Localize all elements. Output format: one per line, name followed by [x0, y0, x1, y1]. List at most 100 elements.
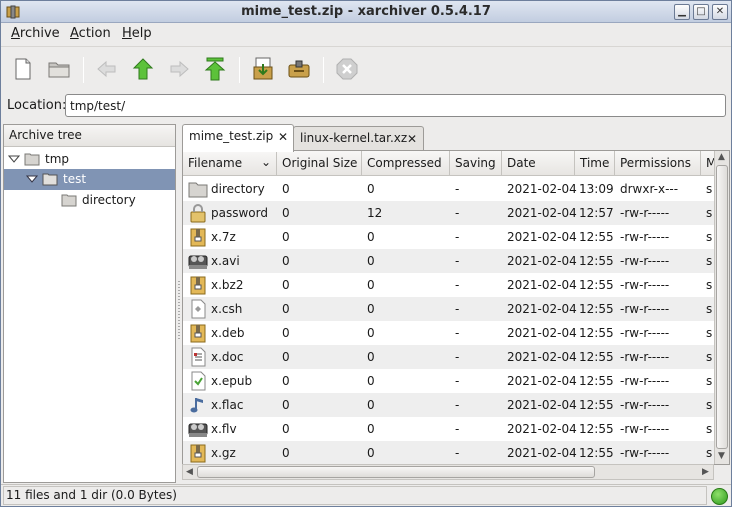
close-icon[interactable]: ✕: [407, 132, 417, 146]
close-icon[interactable]: ✕: [278, 130, 288, 144]
table-row[interactable]: x.csh 0 0 - 2021-02-04 12:55 -rw-r----- s: [183, 297, 714, 321]
cell-time: 12:55: [579, 446, 614, 460]
table-row[interactable]: x.7z 0 0 - 2021-02-04 12:55 -rw-r----- s: [183, 225, 714, 249]
cell-saving: -: [455, 230, 460, 244]
table-row[interactable]: x.avi 0 0 - 2021-02-04 12:55 -rw-r----- s: [183, 249, 714, 273]
column-original-size[interactable]: Original Size: [277, 151, 362, 176]
cell-time: 12:55: [579, 254, 614, 268]
home-button[interactable]: [199, 53, 231, 85]
add-files-button[interactable]: [283, 53, 315, 85]
vertical-scroll-thumb[interactable]: [716, 165, 728, 449]
scroll-up-icon[interactable]: ▲: [718, 152, 725, 162]
cell-saving: -: [455, 398, 460, 412]
column-m[interactable]: M: [701, 151, 714, 176]
vertical-scrollbar[interactable]: ▲ ▼: [714, 151, 729, 464]
table-row[interactable]: x.flac 0 0 - 2021-02-04 12:55 -rw-r----- s: [183, 393, 714, 417]
lock-icon: [190, 204, 206, 223]
table-row[interactable]: x.epub 0 0 - 2021-02-04 12:55 -rw-r----- s: [183, 369, 714, 393]
stop-button[interactable]: [331, 53, 363, 85]
tree-item-tmp[interactable]: tmp: [4, 149, 175, 170]
new-archive-icon: [15, 58, 31, 80]
menu-archive-mnemonic: A: [11, 26, 20, 41]
location-label: Location:: [7, 98, 67, 113]
menu-action[interactable]: Action: [70, 26, 111, 41]
cell-time: 12:55: [579, 374, 614, 388]
cell-saving: -: [455, 182, 460, 196]
horizontal-scrollbar[interactable]: ◀ ▶: [182, 464, 714, 480]
folder-icon: [24, 153, 40, 166]
music-icon: [190, 398, 203, 413]
extract-button[interactable]: [247, 53, 279, 85]
cell-date: 2021-02-04: [507, 254, 577, 268]
cell-compressed: 0: [367, 230, 375, 244]
folder-icon: [42, 173, 58, 186]
location-input[interactable]: [65, 94, 726, 117]
table-row[interactable]: directory 0 0 - 2021-02-04 13:09 drwxr-x--- s: [183, 177, 714, 201]
menu-action-mnemonic: A: [70, 26, 79, 41]
table-row[interactable]: x.doc 0 0 - 2021-02-04 12:55 -rw-r----- s: [183, 345, 714, 369]
menu-help[interactable]: Help: [122, 26, 152, 41]
table-row[interactable]: x.bz2 0 0 - 2021-02-04 12:55 -rw-r----- s: [183, 273, 714, 297]
location-bar: Location:: [1, 91, 731, 121]
cell-m: s: [706, 422, 713, 436]
cell-time: 12:55: [579, 422, 614, 436]
cell-permissions: -rw-r-----: [620, 302, 670, 316]
cell-time: 12:55: [579, 326, 614, 340]
cell-original-size: 0: [282, 326, 290, 340]
horizontal-scroll-thumb[interactable]: [197, 466, 595, 478]
tree-item-test[interactable]: test: [4, 169, 175, 190]
cell-saving: -: [455, 278, 460, 292]
column-filename[interactable]: Filename ⌄: [183, 151, 277, 176]
table-row[interactable]: x.gz 0 0 - 2021-02-04 12:55 -rw-r----- s: [183, 441, 714, 464]
column-saving[interactable]: Saving: [450, 151, 502, 176]
column-compressed[interactable]: Compressed: [362, 151, 450, 176]
cell-original-size: 0: [282, 374, 290, 388]
column-time[interactable]: Time: [575, 151, 615, 176]
scroll-down-icon[interactable]: ▼: [718, 451, 725, 461]
film-icon: [188, 255, 208, 269]
tree-item-label: test: [63, 172, 87, 186]
table-row[interactable]: x.deb 0 0 - 2021-02-04 12:55 -rw-r----- s: [183, 321, 714, 345]
cell-date: 2021-02-04: [507, 182, 577, 196]
table-row[interactable]: x.flv 0 0 - 2021-02-04 12:55 -rw-r----- s: [183, 417, 714, 441]
archive-icon: [190, 228, 206, 247]
sort-chevron-down-icon: ⌄: [261, 155, 272, 169]
pane-splitter-handle[interactable]: [178, 281, 180, 341]
maximize-button[interactable]: □: [693, 4, 709, 20]
tab-mime-test-zip[interactable]: mime_test.zip ✕: [182, 124, 294, 152]
archive-tree: Archive tree tmp test directory: [3, 124, 176, 483]
new-archive-button[interactable]: [7, 53, 39, 85]
up-button[interactable]: [127, 53, 159, 85]
back-button[interactable]: [91, 53, 123, 85]
cell-saving: -: [455, 374, 460, 388]
open-archive-button[interactable]: [43, 53, 75, 85]
cell-compressed: 0: [367, 302, 375, 316]
menu-archive[interactable]: Archive: [11, 26, 60, 41]
cell-filename: x.csh: [211, 302, 243, 316]
cell-filename: x.epub: [211, 374, 253, 388]
expander-down-icon[interactable]: [8, 153, 20, 165]
forward-button[interactable]: [163, 53, 195, 85]
scroll-right-icon[interactable]: ▶: [702, 467, 709, 477]
cell-original-size: 0: [282, 230, 290, 244]
column-date[interactable]: Date: [502, 151, 575, 176]
ebook-icon: [191, 371, 206, 391]
window-title: mime_test.zip - xarchiver 0.5.4.17: [241, 4, 491, 19]
cell-m: s: [706, 302, 713, 316]
expander-down-icon[interactable]: [26, 173, 38, 185]
minimize-button[interactable]: ▁: [674, 4, 690, 20]
tab-linux-kernel-tar-xz[interactable]: linux-kernel.tar.xz ✕: [293, 126, 424, 151]
cell-permissions: -rw-r-----: [620, 254, 670, 268]
tree-item-directory[interactable]: directory: [4, 190, 175, 211]
column-saving-label: Saving: [455, 156, 496, 170]
archive-tabs: mime_test.zip ✕ linux-kernel.tar.xz ✕: [182, 124, 730, 152]
scroll-left-icon[interactable]: ◀: [186, 467, 193, 477]
column-permissions[interactable]: Permissions: [615, 151, 701, 176]
close-window-button[interactable]: ✕: [712, 4, 728, 20]
cell-date: 2021-02-04: [507, 422, 577, 436]
close-icon: ✕: [715, 6, 725, 17]
cell-m: s: [706, 350, 713, 364]
title-bar[interactable]: mime_test.zip - xarchiver 0.5.4.17 ▁ □ ✕: [1, 1, 731, 23]
table-row[interactable]: password 0 12 - 2021-02-04 12:57 -rw-r----- s: [183, 201, 714, 225]
cell-filename: x.deb: [211, 326, 245, 340]
